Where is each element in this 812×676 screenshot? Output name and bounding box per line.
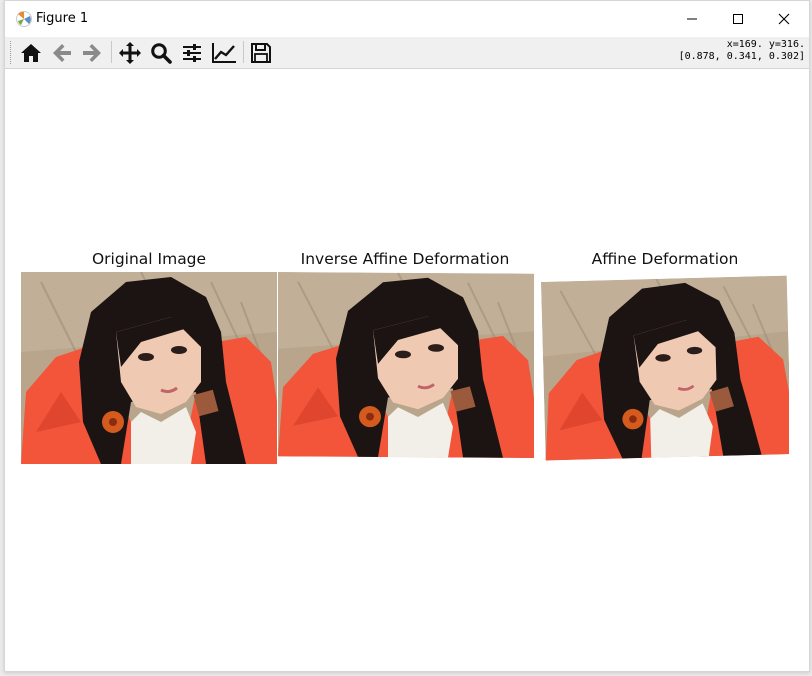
original-image: [21, 272, 277, 464]
save-icon: [251, 43, 271, 63]
save-button[interactable]: [247, 40, 275, 66]
forward-button[interactable]: [78, 40, 106, 66]
home-button[interactable]: [17, 40, 45, 66]
window-title: Figure 1: [36, 11, 89, 26]
edit-axis-button[interactable]: [210, 40, 238, 66]
edit-axis-icon: [212, 43, 236, 63]
maximize-button[interactable]: [715, 1, 761, 37]
toolbar-separator: [111, 41, 112, 63]
close-icon: [778, 13, 790, 25]
coord-readout-xy: x=169. y=316.: [726, 39, 805, 50]
home-icon: [21, 44, 41, 62]
inverse-affine-deformation-image: [278, 272, 534, 459]
subplots-icon: [183, 44, 201, 62]
figure-window: Figure 1 x=169. y=316. [0.878, 0.341, 0.…: [4, 0, 810, 672]
figure-canvas[interactable]: Original Image Inverse Affine Deformatio…: [5, 69, 809, 671]
affine-deformation-image: [541, 275, 789, 461]
toolbar-separator: [243, 41, 244, 63]
title-bar: Figure 1: [5, 1, 809, 37]
close-button[interactable]: [761, 1, 807, 37]
panel-title-inverse-affine: Inverse Affine Deformation: [300, 250, 510, 268]
back-button[interactable]: [48, 40, 76, 66]
minimize-icon: [687, 18, 697, 20]
configure-subplots-button[interactable]: [178, 40, 206, 66]
cursor-coordinates: x=169. y=316. [0.878, 0.341, 0.302]: [679, 39, 805, 63]
forward-arrow-icon: [83, 44, 101, 62]
navigation-toolbar: x=169. y=316. [0.878, 0.341, 0.302]: [5, 37, 809, 69]
matplotlib-app-icon: [16, 11, 32, 27]
zoom-button[interactable]: [147, 40, 175, 66]
pan-icon: [119, 42, 141, 64]
panel-title-affine: Affine Deformation: [591, 250, 739, 268]
pan-button[interactable]: [116, 40, 144, 66]
back-arrow-icon: [53, 44, 71, 62]
minimize-button[interactable]: [669, 1, 715, 37]
coord-readout-rgb: [0.878, 0.341, 0.302]: [678, 51, 805, 62]
toolbar-grip[interactable]: [10, 41, 13, 64]
maximize-icon: [733, 14, 743, 24]
panel-title-original: Original Image: [91, 250, 207, 268]
zoom-icon: [151, 43, 172, 64]
